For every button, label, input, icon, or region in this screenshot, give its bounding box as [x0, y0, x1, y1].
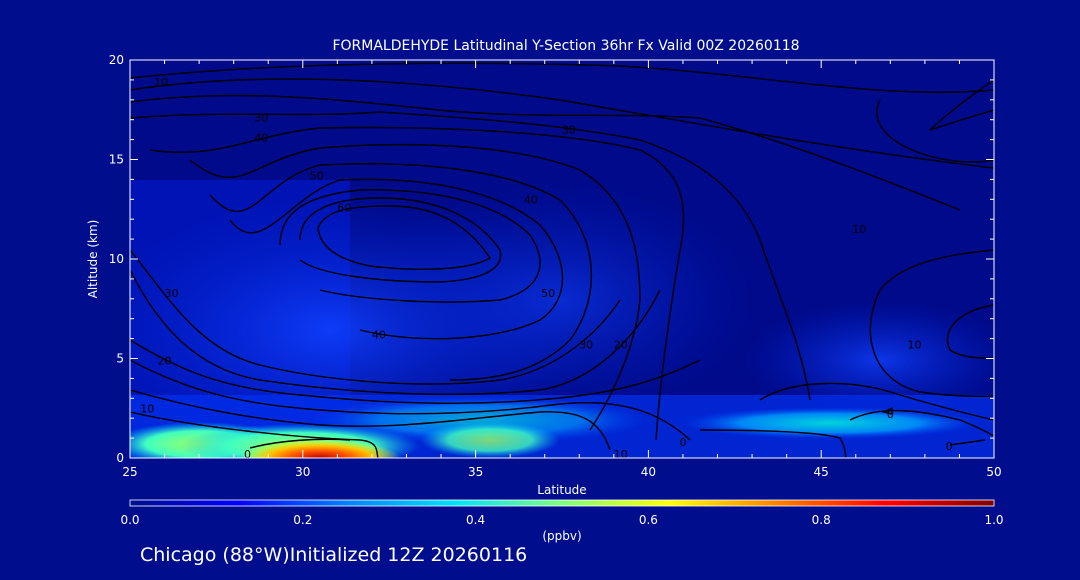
contour-label: 10	[908, 339, 922, 352]
contour-label: 10	[852, 223, 866, 236]
contour-label: 10	[140, 402, 154, 415]
colorbar-tick-label: 0.2	[293, 513, 312, 527]
contour-label: 30	[254, 112, 268, 125]
contour-label: 0	[244, 448, 251, 461]
colorbar-label: (ppbv)	[542, 529, 581, 543]
contour-label: 0	[946, 440, 953, 453]
x-tick-label: 40	[641, 465, 656, 479]
chart-svg: FORMALDEHYDE Latitudinal Y-Section 36hr …	[86, 38, 1004, 566]
x-tick-label: 50	[986, 465, 1001, 479]
colorbar-tick-label: 0.6	[639, 513, 658, 527]
contour-label: 10	[614, 448, 628, 461]
contour-label: 50	[541, 287, 555, 300]
y-tick-label: 20	[109, 53, 124, 67]
contour-label: 10	[154, 76, 168, 89]
x-tick-label: 45	[814, 465, 829, 479]
contour-label: 20	[158, 354, 172, 367]
contour-label: 60	[337, 201, 351, 214]
y-tick-label: 10	[109, 252, 124, 266]
y-axis-label: Altitude (km)	[86, 220, 100, 299]
contour-label: 40	[254, 132, 268, 145]
colorbar-tick-label: 0.0	[120, 513, 139, 527]
x-tick-label: 30	[295, 465, 310, 479]
contour-label: 30	[164, 287, 178, 300]
contour-label: 0	[887, 408, 894, 421]
chart-figure: FORMALDEHYDE Latitudinal Y-Section 36hr …	[0, 0, 1080, 576]
colorbar-tick-label: 1.0	[984, 513, 1003, 527]
contour-label: 40	[372, 329, 386, 342]
colorbar	[129, 499, 995, 507]
contour-label: 0	[679, 436, 686, 449]
contour-label: 50	[310, 169, 324, 182]
footer-caption: Chicago (88°W)Initialized 12Z 20260116	[140, 544, 527, 566]
x-tick-label: 35	[468, 465, 483, 479]
colorbar-tick-label: 0.4	[466, 513, 485, 527]
contour-label: 40	[524, 193, 538, 206]
chart-title: FORMALDEHYDE Latitudinal Y-Section 36hr …	[332, 38, 799, 54]
y-tick-label: 15	[109, 153, 124, 167]
contour-label: 20	[614, 339, 628, 352]
y-tick-label: 0	[116, 451, 124, 465]
colorbar-ticks: 0.0 0.2 0.4 0.6 0.8 1.0	[120, 513, 1003, 527]
contour-label: 30	[562, 124, 576, 137]
x-axis-label: Latitude	[537, 483, 586, 497]
colorbar-tick-label: 0.8	[812, 513, 831, 527]
x-tick-label: 25	[122, 465, 137, 479]
y-tick-label: 5	[116, 352, 124, 366]
contour-label: 30	[579, 339, 593, 352]
